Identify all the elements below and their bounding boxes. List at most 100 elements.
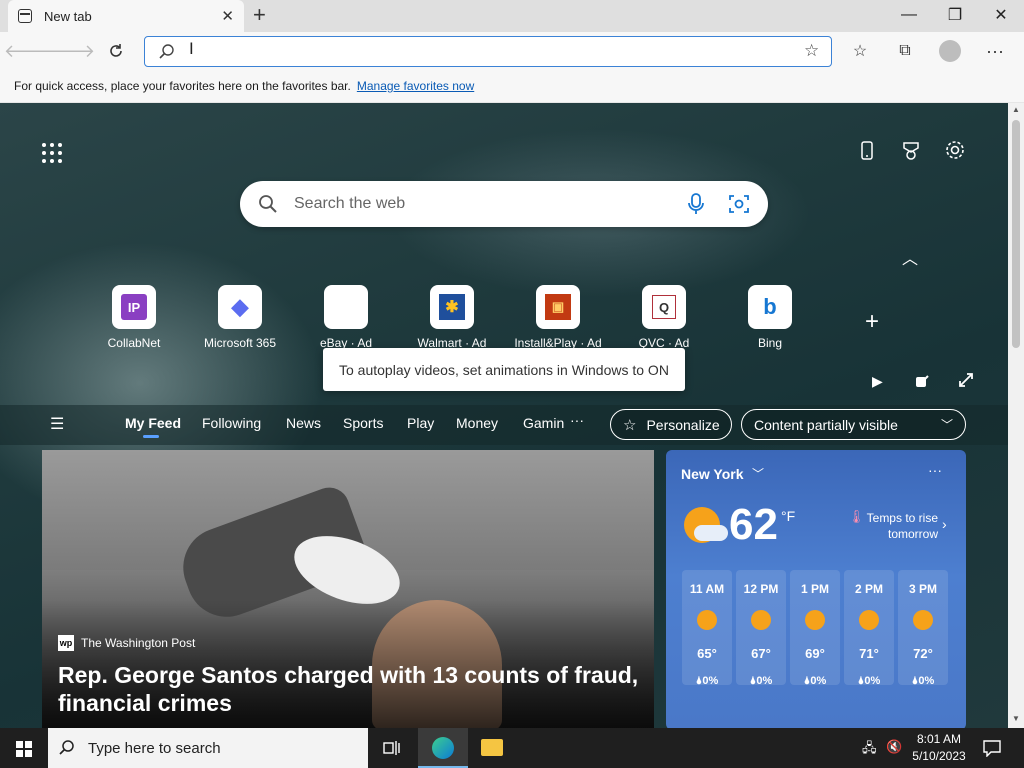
forward-button[interactable]: 🡒	[47, 36, 95, 66]
taskbar-clock[interactable]: 8:01 AM 5/10/2023	[908, 731, 970, 765]
quick-link-tile: ▣	[536, 285, 580, 329]
location-chevron-icon[interactable]: ﹀	[752, 465, 764, 482]
autoplay-tooltip: To autoplay videos, set animations in Wi…	[323, 348, 685, 391]
personalize-label: Personalize	[646, 416, 720, 433]
quick-link-tile: ✱	[430, 285, 474, 329]
taskbar-search-box[interactable]: Type here to search	[48, 728, 368, 768]
page-settings-gear-icon[interactable]	[944, 139, 966, 161]
favorites-icon[interactable]: ☆	[844, 36, 876, 66]
page-scrollbar[interactable]: ▲ ▼	[1008, 103, 1024, 728]
new-tab-page: Search the web ︿ IP CollabNet ◆ Microsof…	[0, 103, 1008, 728]
clock-time: 8:01 AM	[916, 732, 962, 746]
article-headline[interactable]: Rep. George Santos charged with 13 count…	[58, 661, 638, 717]
file-explorer-icon[interactable]	[481, 739, 503, 756]
manage-favorites-link[interactable]: Manage favorites now	[357, 79, 474, 93]
tab-gaming[interactable]: Gamin	[523, 415, 564, 431]
notification-center-icon[interactable]	[983, 740, 1001, 757]
new-tab-page-icon	[18, 9, 32, 23]
tab-following[interactable]: Following	[202, 415, 261, 431]
close-window-button[interactable]: ✕	[978, 0, 1024, 30]
weather-more-icon[interactable]: ···	[928, 462, 942, 478]
scroll-down-arrow-icon[interactable]: ▼	[1012, 714, 1020, 723]
expand-icon[interactable]	[958, 372, 974, 388]
microphone-icon[interactable]	[686, 193, 706, 215]
content-visibility-dropdown[interactable]: Content partially visible ﹀	[741, 409, 966, 440]
favorites-bar-message: For quick access, place your favorites h…	[14, 79, 351, 93]
visual-search-icon[interactable]	[728, 193, 750, 215]
collections-icon[interactable]: ⧉	[889, 36, 921, 66]
collapse-chevron-up-icon[interactable]: ︿	[902, 245, 918, 269]
hamburger-menu-icon[interactable]: ☰	[50, 414, 64, 434]
qvc-logo: Q	[652, 295, 676, 319]
weather-location[interactable]: New York	[681, 466, 744, 482]
ebay-logo: 🛍	[333, 296, 359, 319]
maximize-button[interactable]: ❐	[932, 0, 978, 30]
hourly-forecast-item[interactable]: 3 PM 72° 🌢0%	[898, 570, 948, 687]
mobile-phone-icon[interactable]	[858, 140, 876, 162]
hourly-forecast-item[interactable]: 11 AM 65° 🌢0%	[682, 570, 732, 687]
sunny-icon	[751, 610, 771, 630]
hourly-forecast-item[interactable]: 1 PM 69° 🌢0%	[790, 570, 840, 687]
weather-card[interactable]: New York ﹀ ··· 62 °F 🌡 Temps to rise tom…	[666, 450, 966, 728]
microsoft-365-logo: ◆	[231, 294, 249, 319]
more-tabs-button[interactable]: ···	[570, 412, 584, 428]
windows-start-icon[interactable]	[16, 741, 32, 757]
quick-link-label: Bing	[757, 336, 783, 350]
tab-new-tab[interactable]: New tab ✕	[8, 0, 244, 32]
partly-cloudy-icon	[684, 507, 728, 543]
quick-link-walmart[interactable]: ✱ Walmart · Ad	[407, 285, 497, 350]
scrollbar-thumb[interactable]	[1012, 120, 1020, 348]
address-bar[interactable]: I ☆	[144, 36, 832, 67]
app-launcher-icon[interactable]	[42, 143, 62, 163]
quick-link-qvc[interactable]: Q QVC · Ad	[619, 285, 709, 350]
quick-link-tile: Q	[642, 285, 686, 329]
text-cursor-icon: I	[189, 39, 194, 58]
tab-my-feed[interactable]: My Feed	[125, 415, 181, 431]
new-tab-button[interactable]: +	[253, 3, 266, 27]
favorite-star-icon[interactable]: ☆	[804, 41, 819, 61]
tab-close-icon[interactable]: ✕	[221, 7, 234, 25]
personalize-button[interactable]: ☆ Personalize	[610, 409, 732, 440]
sunny-icon	[805, 610, 825, 630]
hour-precipitation: 0%	[918, 675, 935, 687]
sunny-icon	[697, 610, 717, 630]
tab-money[interactable]: Money	[456, 415, 498, 431]
hour-precipitation: 0%	[810, 675, 827, 687]
hour-temperature: 67°	[751, 646, 771, 661]
quick-link-tile: b	[748, 285, 792, 329]
settings-more-icon[interactable]: ···	[979, 36, 1011, 66]
refresh-button[interactable]	[100, 36, 132, 66]
volume-muted-icon[interactable]: 🔇	[886, 739, 902, 755]
network-icon[interactable]: 🖧	[862, 739, 877, 761]
weather-forecast-note[interactable]: Temps to rise tomorrow	[856, 510, 938, 542]
tab-play[interactable]: Play	[407, 415, 434, 431]
edit-background-icon[interactable]	[914, 373, 930, 389]
play-icon[interactable]: ▶	[872, 373, 883, 390]
quick-link-label: Microsoft 365	[203, 336, 277, 350]
quick-link-collabnet[interactable]: IP CollabNet	[89, 285, 179, 350]
quick-link-microsoft-365[interactable]: ◆ Microsoft 365	[195, 285, 285, 350]
top-story-card[interactable]: wp The Washington Post Rep. George Santo…	[42, 450, 654, 728]
sunny-icon	[913, 610, 933, 630]
web-search-box[interactable]: Search the web	[240, 181, 768, 227]
hour-time: 2 PM	[854, 582, 883, 596]
search-icon	[59, 740, 74, 755]
hour-temperature: 65°	[697, 646, 717, 661]
task-view-icon[interactable]	[383, 740, 401, 756]
rewards-icon[interactable]	[900, 140, 922, 162]
forecast-chevron-right-icon[interactable]: ›	[942, 516, 947, 532]
profile-avatar[interactable]	[934, 36, 966, 66]
tab-sports[interactable]: Sports	[343, 415, 383, 431]
quick-link-ebay[interactable]: 🛍 eBay · Ad	[301, 285, 391, 350]
add-quick-link-icon[interactable]: +	[865, 308, 879, 336]
scroll-up-arrow-icon[interactable]: ▲	[1012, 105, 1020, 114]
taskbar-edge-button[interactable]	[418, 728, 468, 768]
back-button[interactable]: 🡐	[4, 36, 52, 66]
quick-link-bing[interactable]: b Bing	[725, 285, 815, 350]
minimize-button[interactable]: —	[886, 0, 932, 30]
hourly-forecast-item[interactable]: 12 PM 67° 🌢0%	[736, 570, 786, 687]
hour-time: 11 AM	[689, 582, 725, 596]
tab-news[interactable]: News	[286, 415, 321, 431]
hourly-forecast-item[interactable]: 2 PM 71° 🌢0%	[844, 570, 894, 687]
quick-link-install-play[interactable]: ▣ Install&Play · Ad	[513, 285, 603, 350]
